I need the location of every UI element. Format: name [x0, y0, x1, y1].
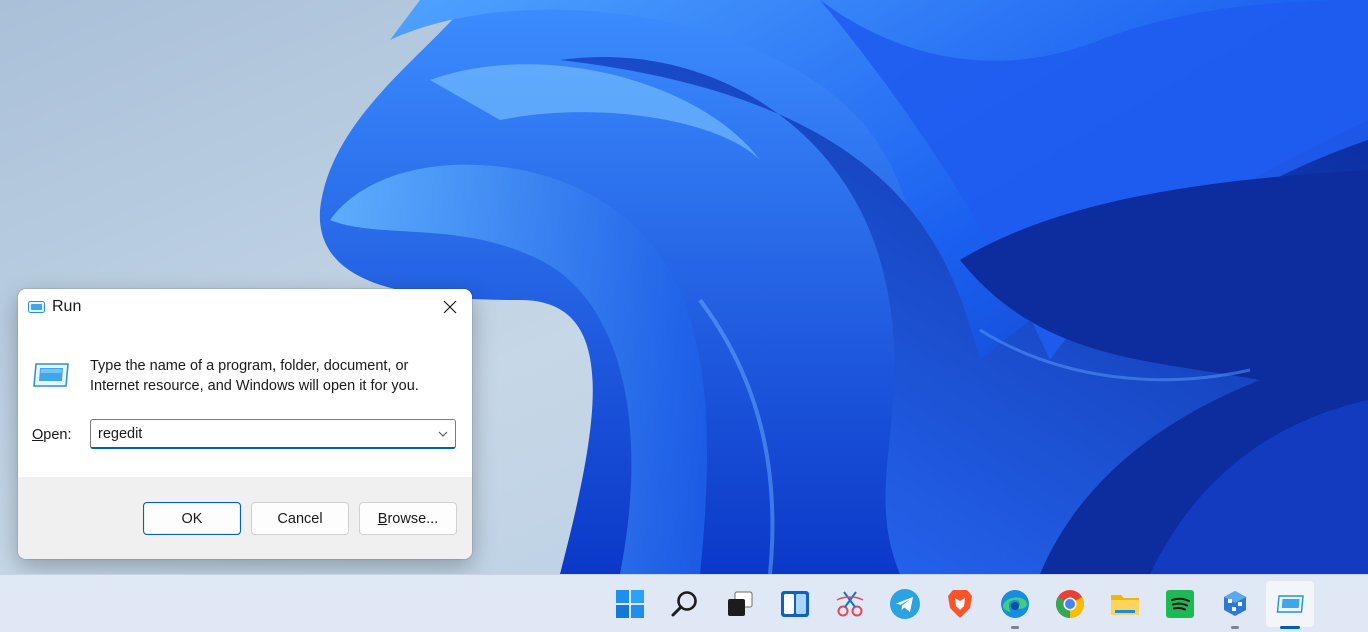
taskbar: [0, 574, 1368, 632]
widgets-button[interactable]: [771, 581, 819, 627]
browse-button[interactable]: Browse...: [359, 502, 457, 535]
windows-logo-icon: [616, 590, 644, 618]
task-view-button[interactable]: [716, 581, 764, 627]
task-view-icon: [728, 591, 753, 616]
edge-icon: [1001, 590, 1029, 618]
open-combobox[interactable]: [90, 419, 456, 449]
brave-button[interactable]: [936, 581, 984, 627]
active-indicator: [1280, 626, 1300, 629]
run-icon: [33, 363, 69, 387]
brave-lion-icon: [948, 590, 972, 618]
chrome-icon: [1056, 590, 1084, 618]
ok-button[interactable]: OK: [143, 502, 241, 535]
open-label: Open:: [32, 427, 72, 443]
telegram-icon: [890, 589, 920, 619]
snipping-tool-button[interactable]: [826, 581, 874, 627]
spotify-button[interactable]: [1156, 581, 1204, 627]
search-icon: [671, 591, 697, 617]
close-button[interactable]: [428, 289, 472, 325]
description-line: Internet resource, and Windows will open…: [90, 378, 419, 394]
run-taskbar-button[interactable]: [1266, 581, 1314, 629]
file-explorer-button[interactable]: [1101, 581, 1149, 627]
spotify-icon: [1166, 590, 1194, 618]
network-app-button[interactable]: [1211, 581, 1259, 629]
search-button[interactable]: [661, 581, 709, 627]
chrome-button[interactable]: [1046, 581, 1094, 627]
cancel-button[interactable]: Cancel: [251, 502, 349, 535]
run-dialog: Run Type the name of a program, folder, …: [18, 289, 472, 559]
scissors-icon: [836, 591, 864, 617]
run-icon: [28, 301, 45, 313]
description-line: Type the name of a program, folder, docu…: [90, 358, 409, 374]
run-icon: [1276, 595, 1304, 613]
running-indicator: [1231, 626, 1239, 629]
close-icon: [443, 300, 457, 314]
network-cube-icon: [1224, 591, 1246, 616]
telegram-button[interactable]: [881, 581, 929, 627]
chevron-down-icon[interactable]: [437, 429, 449, 439]
dialog-description: Type the name of a program, folder, docu…: [90, 356, 450, 396]
dialog-title: Run: [52, 298, 82, 315]
folder-icon: [1111, 595, 1139, 615]
start-button[interactable]: [606, 581, 654, 627]
dialog-titlebar[interactable]: Run: [18, 289, 472, 325]
open-input[interactable]: [91, 420, 421, 447]
widgets-icon: [781, 591, 809, 617]
running-indicator: [1011, 626, 1019, 629]
edge-button[interactable]: [991, 581, 1039, 629]
